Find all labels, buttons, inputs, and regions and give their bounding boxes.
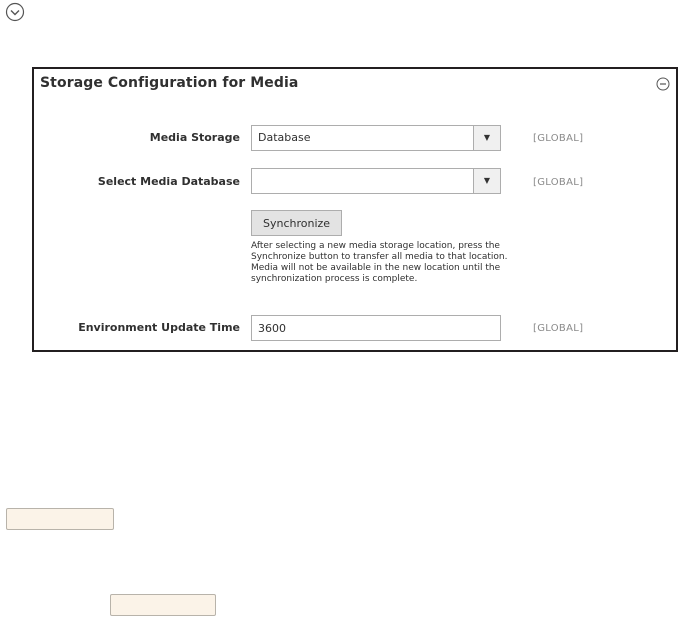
media-database-label: Select Media Database — [97, 175, 240, 188]
media-database-select[interactable]: ▼ — [251, 168, 501, 194]
env-update-time-label: Environment Update Time — [78, 321, 240, 334]
dropdown-arrow-icon[interactable]: ▼ — [473, 126, 500, 150]
blank-field-button[interactable] — [110, 594, 216, 616]
dropdown-arrow-icon[interactable]: ▼ — [473, 169, 500, 193]
media-storage-select[interactable]: Database ▼ — [251, 125, 501, 151]
page: Storage Configuration for Media Media St… — [0, 0, 682, 620]
synchronize-button[interactable]: Synchronize — [251, 210, 343, 236]
media-storage-label: Media Storage — [149, 131, 240, 144]
media-storage-scope: [GLOBAL] — [533, 133, 584, 144]
env-update-time-input[interactable] — [251, 315, 501, 341]
media-database-scope: [GLOBAL] — [533, 177, 584, 188]
blank-field-button[interactable] — [6, 508, 114, 530]
synchronize-note: After selecting a new media storage loca… — [251, 241, 508, 284]
chevron-down-circle-icon[interactable] — [5, 2, 25, 22]
storage-config-panel: Storage Configuration for Media Media St… — [32, 67, 678, 352]
panel-title: Storage Configuration for Media — [40, 75, 299, 91]
minus-circle-icon[interactable] — [656, 77, 670, 91]
media-storage-value: Database — [258, 131, 311, 144]
env-update-time-scope: [GLOBAL] — [533, 323, 584, 334]
